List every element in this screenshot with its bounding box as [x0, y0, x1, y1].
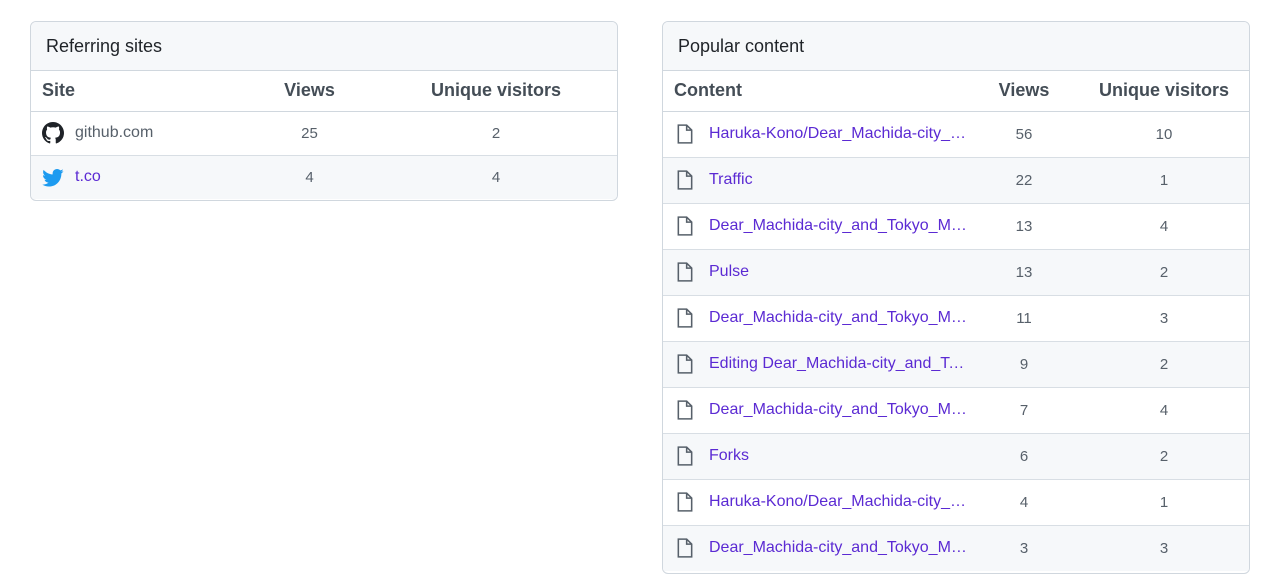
file-icon [676, 216, 694, 236]
content-link[interactable]: Dear_Machida-city_and_Tokyo_Me… [709, 401, 969, 419]
referring-sites-table: Site Views Unique visitors github.com 25… [31, 71, 617, 199]
content-link[interactable]: Editing Dear_Machida-city_and_To… [709, 355, 969, 373]
content-cell: Haruka-Kono/Dear_Machida-city_a… [663, 478, 969, 525]
unique-visitors-value: 1 [1079, 156, 1249, 203]
content-cell: Pulse [663, 248, 969, 295]
twitter-icon [42, 166, 64, 188]
content-link[interactable]: Haruka-Kono/Dear_Machida-city_a… [709, 125, 969, 143]
unique-visitors-value: 1 [1079, 478, 1249, 525]
table-row: Haruka-Kono/Dear_Machida-city_a… 4 1 [663, 478, 1249, 525]
column-header-unique-visitors: Unique visitors [1079, 71, 1249, 112]
views-value: 6 [969, 432, 1079, 479]
table-row: Dear_Machida-city_and_Tokyo_Me… 3 3 [663, 524, 1249, 571]
content-link[interactable]: Dear_Machida-city_and_Tokyo_Me… [709, 539, 969, 557]
file-icon [676, 492, 694, 512]
file-icon [676, 262, 694, 282]
views-value: 56 [1015, 125, 1033, 143]
content-cell: Dear_Machida-city_and_Tokyo_Me… [663, 294, 969, 341]
unique-visitors-value: 2 [1079, 432, 1249, 479]
content-cell: Haruka-Kono/Dear_Machida-city_a… [663, 111, 969, 157]
unique-visitors-value: 10 [1155, 125, 1173, 143]
content-cell: Traffic [663, 156, 969, 203]
github-icon [42, 122, 64, 144]
views-value: 13 [969, 202, 1079, 249]
content-cell: Dear_Machida-city_and_Tokyo_Me… [663, 386, 969, 433]
column-header-unique-visitors: Unique visitors [375, 71, 617, 112]
views-value: 9 [969, 340, 1079, 387]
popular-content-title: Popular content [663, 22, 1249, 71]
unique-visitors-value: 3 [1079, 294, 1249, 341]
file-icon [676, 170, 694, 190]
table-row: Dear_Machida-city_and_Tokyo_Me… 11 3 [663, 294, 1249, 341]
file-icon [676, 354, 694, 374]
column-header-content: Content [663, 71, 969, 112]
popular-content-rows: Haruka-Kono/Dear_Machida-city_a… 56 10 Traf… [663, 111, 1249, 571]
content-link[interactable]: Haruka-Kono/Dear_Machida-city_a… [709, 493, 969, 511]
site-cell: github.com [31, 111, 244, 155]
unique-visitors-value: 4 [1079, 386, 1249, 433]
referring-sites-title: Referring sites [31, 22, 617, 71]
content-cell: Forks [663, 432, 969, 479]
content-link[interactable]: Dear_Machida-city_and_Tokyo_Me… [709, 309, 969, 327]
table-row: Dear_Machida-city_and_Tokyo_Me… 13 4 [663, 202, 1249, 249]
views-value: 4 [969, 478, 1079, 525]
site-link[interactable]: t.co [75, 168, 101, 186]
unique-visitors-value: 2 [1079, 340, 1249, 387]
views-value: 3 [969, 524, 1079, 571]
table-row: Forks 6 2 [663, 432, 1249, 479]
views-value: 13 [969, 248, 1079, 295]
views-value: 22 [969, 156, 1079, 203]
file-icon [676, 446, 694, 466]
content-cell: Editing Dear_Machida-city_and_To… [663, 340, 969, 387]
unique-visitors-value: 4 [1079, 202, 1249, 249]
unique-visitors-value: 3 [1079, 524, 1249, 571]
column-header-site: Site [31, 71, 244, 112]
table-row: github.com 25 2 [31, 111, 617, 155]
unique-visitors-value: 4 [375, 154, 617, 199]
content-cell: Dear_Machida-city_and_Tokyo_Me… [663, 524, 969, 571]
file-icon [676, 400, 694, 420]
content-link[interactable]: Traffic [709, 171, 753, 189]
popular-content-table: Content Views Unique visitors Haruka-Kon… [663, 71, 1249, 571]
referring-sites-panel: Referring sites Site Views Unique visito… [30, 21, 618, 201]
views-value: 11 [969, 294, 1079, 341]
views-value: 25 [301, 124, 318, 142]
views-value: 4 [244, 154, 375, 199]
content-link[interactable]: Forks [709, 447, 749, 465]
table-row: Haruka-Kono/Dear_Machida-city_a… 56 10 [663, 111, 1249, 157]
table-row: Editing Dear_Machida-city_and_To… 9 2 [663, 340, 1249, 387]
unique-visitors-value: 2 [491, 124, 501, 142]
popular-content-panel: Popular content Content Views Unique vis… [662, 21, 1250, 574]
table-row: t.co 4 4 [31, 154, 617, 199]
content-link[interactable]: Pulse [709, 263, 749, 281]
site-cell: t.co [31, 154, 244, 199]
column-header-views: Views [244, 71, 375, 112]
content-link[interactable]: Dear_Machida-city_and_Tokyo_Me… [709, 217, 969, 235]
file-icon [676, 538, 694, 558]
table-row: Traffic 22 1 [663, 156, 1249, 203]
column-header-views: Views [969, 71, 1079, 112]
table-row: Pulse 13 2 [663, 248, 1249, 295]
views-value: 7 [969, 386, 1079, 433]
content-cell: Dear_Machida-city_and_Tokyo_Me… [663, 202, 969, 249]
site-label: github.com [75, 124, 154, 141]
file-icon [676, 308, 694, 328]
table-row: Dear_Machida-city_and_Tokyo_Me… 7 4 [663, 386, 1249, 433]
file-icon [676, 124, 694, 144]
unique-visitors-value: 2 [1079, 248, 1249, 295]
